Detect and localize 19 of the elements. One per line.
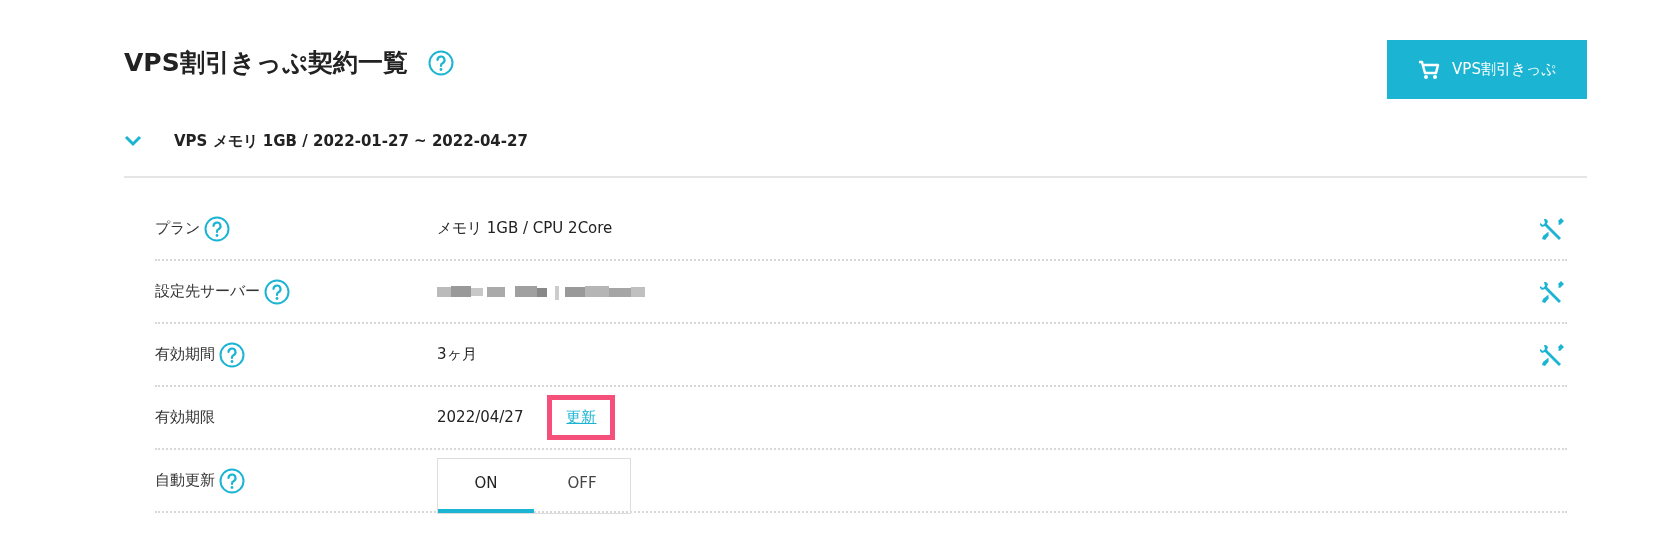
help-icon[interactable] bbox=[219, 467, 245, 494]
field-label: 設定先サーバー bbox=[155, 281, 260, 303]
toggle-option[interactable]: ON bbox=[438, 458, 534, 513]
field-label: 有効期間 bbox=[155, 344, 215, 366]
field-label: プラン bbox=[155, 218, 200, 240]
field-label: 自動更新 bbox=[155, 470, 215, 492]
field-value: 2022/04/27 bbox=[437, 407, 524, 429]
help-icon[interactable] bbox=[219, 341, 245, 368]
help-icon[interactable] bbox=[264, 278, 290, 305]
page-title: VPS割引きっぷ契約一覧 bbox=[124, 47, 408, 79]
field-label: 有効期限 bbox=[155, 407, 215, 429]
toggle-option[interactable]: OFF bbox=[534, 458, 630, 513]
help-icon[interactable] bbox=[204, 215, 230, 242]
field-value: 3ヶ月 bbox=[437, 344, 477, 366]
help-icon[interactable] bbox=[427, 49, 454, 76]
cart-icon bbox=[1418, 59, 1441, 80]
contract-heading: VPS メモリ 1GB / 2022-01-27 ~ 2022-04-27 bbox=[174, 130, 528, 152]
field-value: メモリ 1GB / CPU 2Core bbox=[437, 218, 613, 240]
chevron-icon[interactable] bbox=[124, 135, 142, 147]
